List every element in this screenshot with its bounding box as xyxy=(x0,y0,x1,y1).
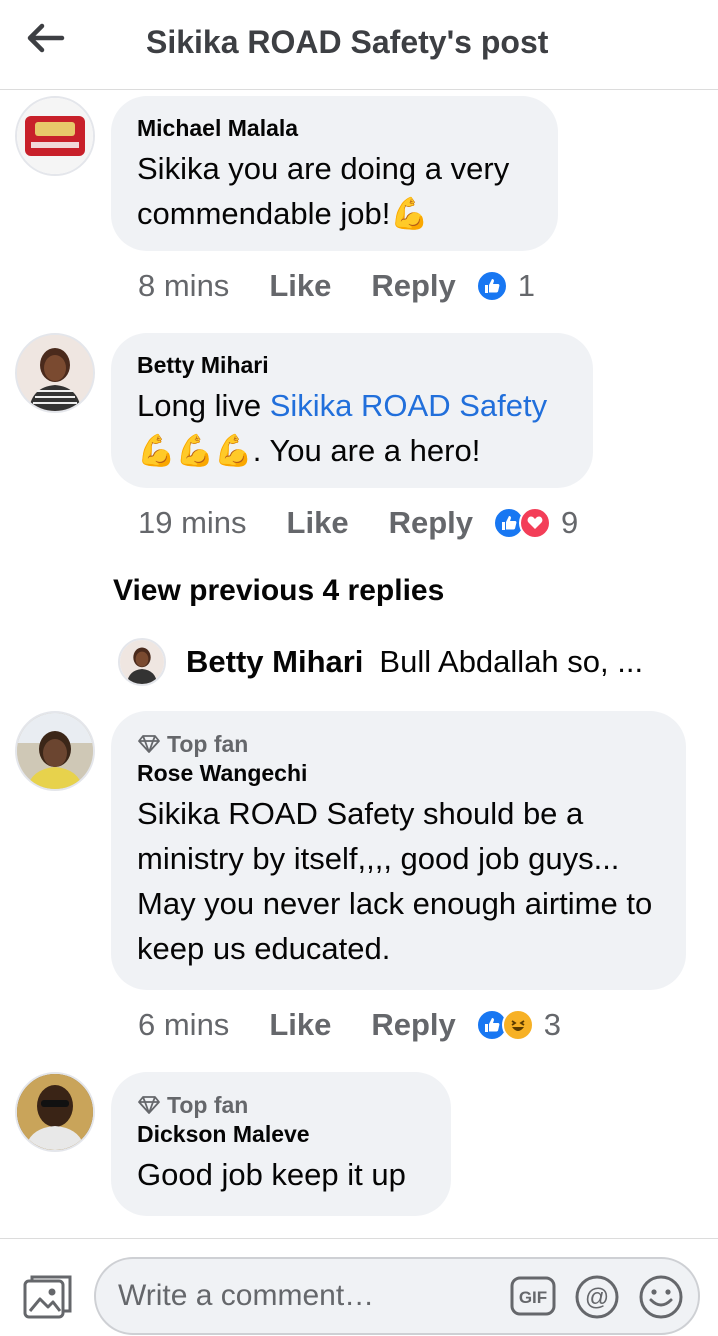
like-button[interactable]: Like xyxy=(287,505,349,541)
reaction-count: 1 xyxy=(517,268,536,303)
comment-input-placeholder: Write a comment… xyxy=(118,1279,375,1312)
woman-avatar-image xyxy=(17,335,93,411)
gif-icon[interactable]: GIF xyxy=(510,1276,556,1316)
reply-button[interactable]: Reply xyxy=(371,268,455,304)
reply-button[interactable]: Reply xyxy=(389,505,473,541)
comment-text-prefix: Long live xyxy=(137,388,270,423)
view-previous-replies-link[interactable]: View previous 4 replies xyxy=(113,574,444,608)
reply-text-preview: Bull Abdallah so, ... xyxy=(379,644,644,679)
comment-time[interactable]: 19 mins xyxy=(138,505,247,541)
comment-input[interactable]: Write a comment… GIF @ xyxy=(94,1257,700,1335)
comment-actions: 19 mins Like Reply 9 xyxy=(138,505,578,541)
soap-logo-avatar-image xyxy=(17,98,93,174)
like-reaction-icon xyxy=(475,270,508,302)
comment-text: Long live Sikika ROAD Safety 💪💪💪. You are… xyxy=(137,383,566,473)
like-button[interactable]: Like xyxy=(269,268,331,304)
emoji-icon[interactable] xyxy=(638,1274,684,1320)
comment-actions: 6 mins Like Reply 3 xyxy=(138,1007,561,1043)
diamond-icon xyxy=(138,1096,160,1114)
comment-composer: Write a comment… GIF @ xyxy=(0,1238,718,1336)
avatar[interactable] xyxy=(15,1072,95,1152)
comment-text: Sikika ROAD Safety should be a ministry … xyxy=(137,796,653,966)
top-fan-badge: Top fan xyxy=(137,1090,424,1120)
page-title: Sikika ROAD Safety's post xyxy=(146,24,549,60)
top-fan-label: Top fan xyxy=(167,731,249,757)
svg-text:GIF: GIF xyxy=(519,1288,547,1307)
person-avatar-image xyxy=(17,713,93,789)
reply-preview[interactable]: Betty Mihari Bull Abdallah so, ... xyxy=(118,638,643,686)
comment-bubble[interactable]: Top fan Rose Wangechi Sikika ROAD Safety… xyxy=(111,711,686,990)
love-reaction-icon xyxy=(519,507,551,539)
reaction-count: 3 xyxy=(543,1007,562,1042)
reactions[interactable]: 1 xyxy=(475,268,536,304)
comment-bubble[interactable]: Top fan Dickson Maleve Good job keep it … xyxy=(111,1072,451,1216)
comment-bubble[interactable]: Betty Mihari Long live Sikika ROAD Safet… xyxy=(111,333,593,488)
back-arrow-icon[interactable] xyxy=(26,22,66,54)
reaction-count: 9 xyxy=(561,505,579,540)
reply-author-name[interactable]: Betty Mihari xyxy=(186,644,363,680)
comment-actions: 8 mins Like Reply 1 xyxy=(138,268,535,304)
like-button[interactable]: Like xyxy=(269,1007,331,1043)
commenter-name[interactable]: Michael Malala xyxy=(137,114,531,142)
comment-time[interactable]: 6 mins xyxy=(138,1007,229,1043)
comment-text-suffix: 💪💪💪. You are a hero! xyxy=(137,433,481,468)
photo-icon[interactable] xyxy=(22,1273,74,1321)
avatar[interactable] xyxy=(15,96,95,176)
commenter-name[interactable]: Rose Wangechi xyxy=(137,759,659,787)
reply-button[interactable]: Reply xyxy=(371,1007,455,1043)
mention-at-icon[interactable]: @ xyxy=(574,1274,620,1320)
comment-time[interactable]: 8 mins xyxy=(138,268,229,304)
commenter-name[interactable]: Betty Mihari xyxy=(137,351,566,379)
comment-text: Sikika you are doing a very commendable … xyxy=(137,151,510,231)
reactions[interactable]: 3 xyxy=(475,1007,562,1043)
avatar[interactable] xyxy=(15,333,95,413)
avatar[interactable] xyxy=(15,711,95,791)
avatar[interactable] xyxy=(118,638,166,686)
man-avatar-image xyxy=(17,1074,93,1150)
commenter-name[interactable]: Dickson Maleve xyxy=(137,1120,424,1148)
comment-text: Good job keep it up xyxy=(137,1157,406,1192)
mention-link[interactable]: Sikika ROAD Safety xyxy=(270,388,547,423)
reactions[interactable]: 9 xyxy=(493,505,578,541)
svg-text:@: @ xyxy=(585,1284,609,1311)
woman-avatar-image xyxy=(120,640,164,684)
comment-bubble[interactable]: Michael Malala Sikika you are doing a ve… xyxy=(111,96,558,251)
haha-reaction-icon xyxy=(501,1009,534,1041)
top-fan-badge: Top fan xyxy=(137,729,659,759)
top-bar: Sikika ROAD Safety's post xyxy=(0,0,718,90)
diamond-icon xyxy=(138,735,160,753)
top-fan-label: Top fan xyxy=(167,1092,249,1118)
